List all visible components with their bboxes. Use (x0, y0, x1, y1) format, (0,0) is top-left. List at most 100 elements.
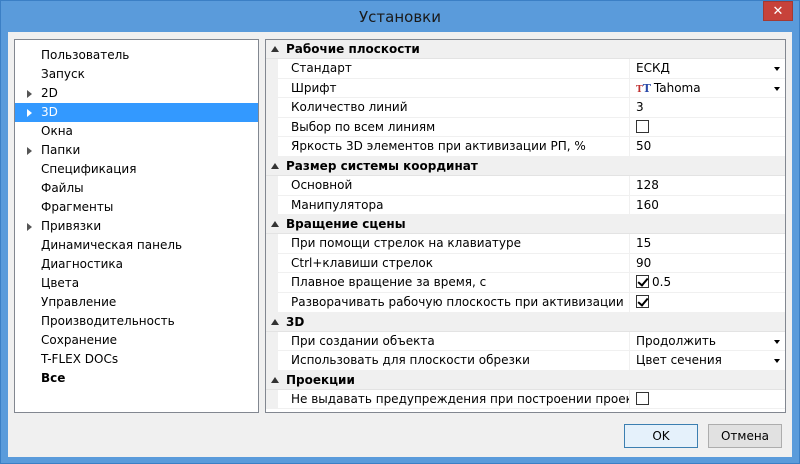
property-group-header[interactable]: Рабочие плоскости (266, 40, 785, 59)
sidebar-item[interactable]: Диагностика (15, 255, 258, 274)
property-group-header[interactable]: Размер системы координат (266, 156, 785, 176)
title-bar[interactable]: Установки ✕ (1, 1, 799, 33)
row-gutter (266, 137, 278, 157)
sidebar-item[interactable]: Цвета (15, 274, 258, 293)
sidebar-item[interactable]: Сохранение (15, 331, 258, 350)
dropdown-arrow-icon[interactable] (774, 86, 780, 91)
property-name: Использовать для плоскости обрезки (278, 351, 630, 371)
property-group-title: 3D (286, 314, 305, 329)
expand-arrow-icon[interactable] (27, 147, 32, 155)
property-checkbox[interactable] (636, 275, 649, 289)
property-value[interactable]: Цвет сечения (630, 351, 785, 371)
property-value[interactable]: TT Tahoma (630, 79, 785, 99)
collapse-arrow-icon[interactable] (271, 46, 279, 52)
property-group-title: Проекции (286, 372, 355, 387)
dropdown-arrow-icon[interactable] (774, 67, 780, 71)
dropdown-arrow-icon[interactable] (774, 339, 780, 344)
sidebar-item-label: T-FLEX DOCs (41, 352, 119, 366)
sidebar-item-label: Запуск (41, 67, 85, 81)
collapse-arrow-icon[interactable] (271, 376, 279, 383)
property-row[interactable]: Стандарт ЕСКД (266, 59, 785, 79)
property-value[interactable]: 50 (630, 137, 785, 157)
sidebar-item[interactable]: 2D (15, 84, 258, 103)
property-group-header[interactable]: 3D (266, 312, 785, 332)
property-value[interactable]: 90 (630, 254, 785, 274)
expand-arrow-icon[interactable] (27, 109, 32, 117)
property-row[interactable]: Разворачивать рабочую плоскость при акти… (266, 292, 785, 313)
expand-arrow-icon[interactable] (27, 223, 32, 231)
sidebar-item[interactable]: Динамическая панель (15, 236, 258, 255)
property-value[interactable]: Продолжить (630, 332, 785, 352)
property-row[interactable]: Выбор по всем линиям (266, 117, 785, 138)
property-value[interactable]: 160 (630, 196, 785, 216)
dialog-client-area: Пользователь Запуск 2D 3D Окна Папки Специфика… (8, 32, 792, 457)
property-value-text: Продолжить (636, 333, 716, 348)
property-name: При помощи стрелок на клавиатуре (278, 234, 630, 254)
property-row[interactable]: Манипулятора 160 (266, 195, 785, 216)
property-row[interactable]: Ctrl+клавиши стрелок 90 (266, 253, 785, 274)
collapse-arrow-icon[interactable] (271, 162, 279, 169)
collapse-arrow-icon[interactable] (271, 318, 279, 325)
property-checkbox[interactable] (636, 294, 649, 308)
sidebar-item-label: Сохранение (41, 333, 118, 347)
sidebar-item-label: Привязки (41, 219, 102, 233)
property-row[interactable]: Плавное вращение за время, с 0.5 (266, 273, 785, 293)
sidebar-item[interactable]: Запуск (15, 65, 258, 84)
property-value[interactable]: 0.5 (630, 273, 785, 293)
sidebar-item-label: Спецификация (41, 162, 137, 176)
property-value[interactable]: 128 (630, 176, 785, 196)
sidebar-item-label: Фрагменты (41, 200, 114, 214)
property-group-header[interactable]: Вращение сцены (266, 215, 785, 235)
property-value[interactable]: ЕСКД (630, 59, 785, 79)
property-value[interactable] (630, 293, 785, 313)
sidebar-item[interactable]: Файлы (15, 179, 258, 198)
property-name: При создании объекта (278, 331, 630, 352)
property-checkbox[interactable] (636, 391, 649, 405)
property-value[interactable] (630, 390, 785, 410)
sidebar-item[interactable]: Пользователь (15, 46, 258, 65)
property-row[interactable]: Яркость 3D элементов при активизации РП,… (266, 137, 785, 157)
property-row[interactable]: Основной 128 (266, 175, 785, 196)
dropdown-arrow-icon[interactable] (774, 359, 780, 364)
property-row[interactable]: Количество линий 3 (266, 98, 785, 118)
row-gutter (266, 175, 278, 196)
category-tree[interactable]: Пользователь Запуск 2D 3D Окна Папки Специфика… (14, 39, 259, 413)
property-row[interactable]: При создании объекта Продолжить (266, 331, 785, 352)
sidebar-item[interactable]: Фрагменты (15, 198, 258, 217)
property-row[interactable]: Не выдавать предупреждения при построени… (266, 389, 785, 410)
sidebar-item[interactable]: T-FLEX DOCs (15, 350, 258, 369)
property-row[interactable]: Использовать для плоскости обрезки Цвет с… (266, 351, 785, 371)
property-value-text: 90 (636, 255, 652, 270)
property-row[interactable]: При помощи стрелок на клавиатуре 15 (266, 234, 785, 254)
property-grid: Рабочие плоскости Стандарт ЕСКД Шрифт TT Taho… (265, 39, 786, 413)
property-value-text: 160 (636, 197, 659, 212)
property-value-text: ЕСКД (636, 61, 670, 75)
sidebar-item[interactable]: Спецификация (15, 160, 258, 179)
property-group-header[interactable]: Проекции (266, 370, 785, 390)
row-gutter (266, 331, 278, 352)
cancel-button[interactable]: Отмена (708, 424, 782, 448)
settings-window: Установки ✕ Пользователь Запуск 2D 3D Окна Па… (0, 0, 800, 464)
sidebar-item[interactable]: Привязки (15, 217, 258, 236)
sidebar-item-label: Окна (41, 124, 73, 138)
collapse-arrow-icon[interactable] (271, 221, 279, 228)
close-button[interactable]: ✕ (763, 1, 793, 21)
property-name: Шрифт (278, 78, 630, 99)
sidebar-item[interactable]: 3D (15, 103, 258, 122)
ok-button[interactable]: OK (624, 424, 698, 448)
property-value-text: Цвет сечения (636, 353, 722, 368)
sidebar-item[interactable]: Управление (15, 293, 258, 312)
property-group-title: Вращение сцены (286, 217, 406, 232)
property-checkbox[interactable] (636, 119, 649, 133)
row-gutter (266, 351, 278, 371)
sidebar-item[interactable]: Все (15, 369, 258, 388)
expand-arrow-icon[interactable] (27, 90, 32, 98)
property-value[interactable]: 3 (630, 98, 785, 118)
property-value[interactable]: 15 (630, 234, 785, 254)
sidebar-item[interactable]: Окна (15, 122, 258, 141)
property-row[interactable]: Шрифт TT Tahoma (266, 78, 785, 99)
property-value-text: 50 (636, 139, 652, 154)
sidebar-item[interactable]: Производительность (15, 312, 258, 331)
property-value[interactable] (630, 118, 785, 138)
sidebar-item[interactable]: Папки (15, 141, 258, 160)
